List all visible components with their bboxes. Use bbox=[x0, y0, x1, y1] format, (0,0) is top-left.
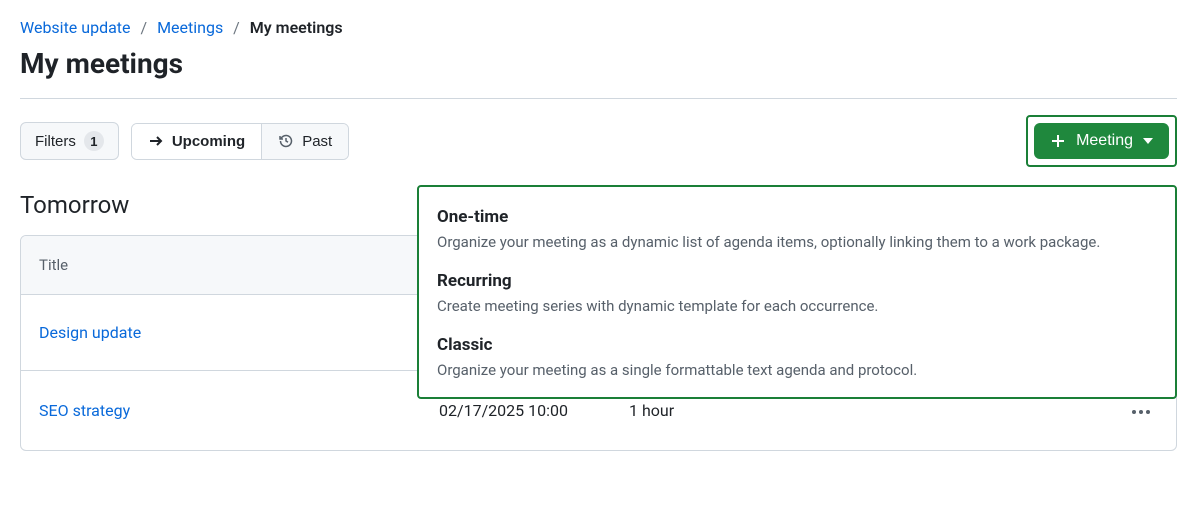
breadcrumb-section-link[interactable]: Meetings bbox=[157, 18, 223, 37]
kebab-dot-icon bbox=[1139, 410, 1143, 414]
dropdown-item-title: Classic bbox=[437, 335, 1157, 355]
dropdown-item-title: Recurring bbox=[437, 271, 1157, 291]
past-label: Past bbox=[302, 133, 332, 150]
time-filter-segment: Upcoming Past bbox=[131, 123, 349, 160]
meeting-type-dropdown: One-time Organize your meeting as a dyna… bbox=[417, 185, 1177, 399]
dropdown-item-desc: Organize your meeting as a dynamic list … bbox=[437, 233, 1157, 251]
filters-label: Filters bbox=[35, 133, 76, 150]
dropdown-item-desc: Create meeting series with dynamic templ… bbox=[437, 297, 1157, 315]
past-tab[interactable]: Past bbox=[261, 124, 348, 159]
meeting-button-highlight: Meeting bbox=[1026, 115, 1177, 167]
upcoming-tab[interactable]: Upcoming bbox=[132, 124, 261, 159]
arrow-right-icon bbox=[148, 133, 164, 149]
breadcrumb-current: My meetings bbox=[250, 18, 343, 37]
filters-button[interactable]: Filters 1 bbox=[20, 122, 119, 160]
add-meeting-button[interactable]: Meeting bbox=[1034, 123, 1169, 159]
plus-icon bbox=[1050, 133, 1066, 149]
meeting-link[interactable]: SEO strategy bbox=[39, 401, 130, 420]
breadcrumb-project-link[interactable]: Website update bbox=[20, 18, 131, 37]
toolbar: Filters 1 Upcoming Past Meeting bbox=[20, 115, 1177, 167]
kebab-dot-icon bbox=[1146, 410, 1150, 414]
meeting-link[interactable]: Design update bbox=[39, 323, 141, 342]
caret-down-icon bbox=[1143, 138, 1153, 144]
history-icon bbox=[278, 133, 294, 149]
kebab-dot-icon bbox=[1132, 410, 1136, 414]
add-meeting-label: Meeting bbox=[1076, 132, 1133, 150]
dropdown-item-desc: Organize your meeting as a single format… bbox=[437, 361, 1157, 379]
toolbar-left-group: Filters 1 Upcoming Past bbox=[20, 122, 349, 160]
dropdown-item-classic[interactable]: Classic Organize your meeting as a singl… bbox=[437, 329, 1157, 383]
breadcrumb: Website update / Meetings / My meetings bbox=[20, 18, 1177, 37]
breadcrumb-separator: / bbox=[233, 18, 240, 37]
dropdown-item-one-time[interactable]: One-time Organize your meeting as a dyna… bbox=[437, 201, 1157, 265]
filters-count-badge: 1 bbox=[84, 131, 104, 151]
dropdown-item-recurring[interactable]: Recurring Create meeting series with dyn… bbox=[437, 265, 1157, 329]
page-title: My meetings bbox=[20, 47, 1177, 80]
column-header-title: Title bbox=[21, 236, 421, 294]
dropdown-item-title: One-time bbox=[437, 207, 1157, 227]
more-actions-button[interactable] bbox=[1124, 402, 1158, 422]
divider bbox=[20, 98, 1177, 99]
breadcrumb-separator: / bbox=[140, 18, 147, 37]
upcoming-label: Upcoming bbox=[172, 133, 245, 150]
